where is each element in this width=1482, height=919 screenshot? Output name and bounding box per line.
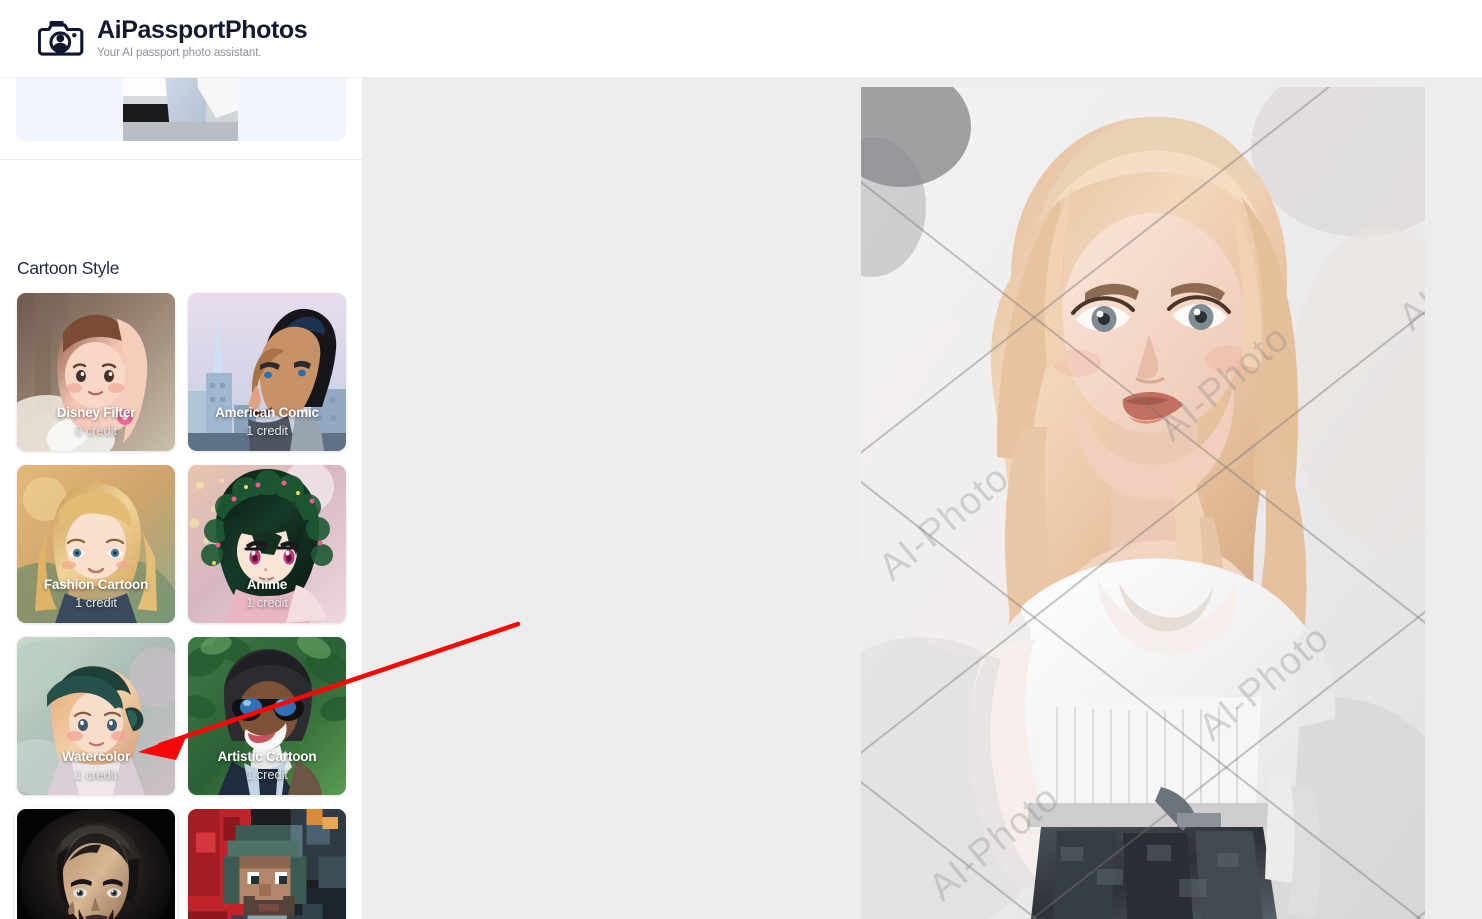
style-sidebar[interactable]: Cartoon Style Disney Filter 0 credit Ame… xyxy=(0,78,363,919)
uploaded-photo-panel[interactable] xyxy=(16,78,346,141)
brand-text: AiPassportPhotos Your AI passport photo … xyxy=(97,16,308,59)
style-thumbnail-anime xyxy=(188,465,346,623)
style-thumbnail-artistic-cartoon xyxy=(188,637,346,795)
camera-portrait-icon xyxy=(37,18,84,58)
app-tagline: Your AI passport photo assistant. xyxy=(97,46,262,59)
brand[interactable]: AiPassportPhotos Your AI passport photo … xyxy=(0,16,308,59)
app-header: AiPassportPhotos Your AI passport photo … xyxy=(0,0,1482,78)
style-card-anime[interactable]: Anime 1 credit xyxy=(188,465,346,623)
style-card-american-comic[interactable]: American Comic 1 credit xyxy=(188,293,346,451)
generated-result-image[interactable]: AI-Photo AI-Photo AI-Photo AI-Photo AI-P… xyxy=(861,87,1425,919)
style-card-fashion-cartoon[interactable]: Fashion Cartoon 1 credit xyxy=(17,465,175,623)
style-thumbnail-watercolor xyxy=(17,637,175,795)
style-card-grid: Disney Filter 0 credit American Comic 1 … xyxy=(15,293,347,919)
style-card-disney-filter[interactable]: Disney Filter 0 credit xyxy=(17,293,175,451)
app-title: AiPassportPhotos xyxy=(97,16,308,45)
style-thumbnail-american-comic xyxy=(188,293,346,451)
style-thumbnail-disney-filter xyxy=(17,293,175,451)
style-card-artistic-cartoon[interactable]: Artistic Cartoon 1 credit xyxy=(188,637,346,795)
result-canvas: AI-Photo AI-Photo AI-Photo AI-Photo AI-P… xyxy=(363,78,1482,919)
style-card-sketch[interactable]: Sketch 0 credit xyxy=(15,807,177,919)
style-card-pixel-art[interactable]: Pixel Art 1 credit xyxy=(188,809,346,919)
section-title-cartoon-style: Cartoon Style xyxy=(17,258,120,278)
style-thumbnail-pixel-art xyxy=(188,809,346,919)
style-card-watercolor[interactable]: Watercolor 1 credit xyxy=(17,637,175,795)
style-thumbnail-fashion-cartoon xyxy=(17,465,175,623)
sidebar-divider xyxy=(0,159,362,160)
app-root: AiPassportPhotos Your AI passport photo … xyxy=(0,0,1482,919)
uploaded-photo-thumbnail[interactable] xyxy=(123,78,238,141)
style-thumbnail-sketch xyxy=(17,809,175,919)
